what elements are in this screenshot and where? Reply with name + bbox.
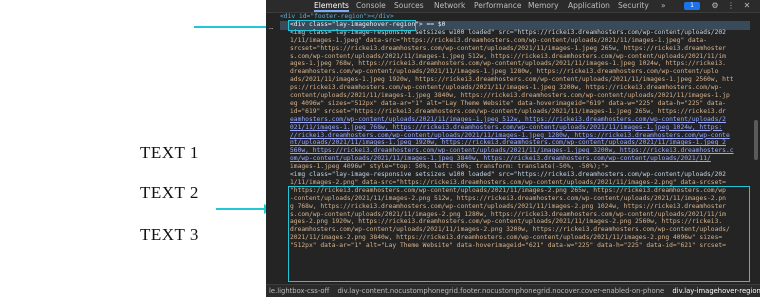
dom-line[interactable]: images-1.jpeg 4096w" style="top: 50%; le… <box>290 163 748 171</box>
tab-memory[interactable]: Memory <box>528 0 559 12</box>
tab-application[interactable]: Application <box>568 0 610 12</box>
more-tabs-button[interactable]: » <box>661 0 666 12</box>
breadcrumb-item[interactable]: div.lay-content.nocustomphonegrid.footer… <box>334 285 667 297</box>
devtools-panel: Elements Console Sources Network Perform… <box>266 0 760 297</box>
highlight-box-selected-node <box>288 20 416 31</box>
dom-line[interactable]: om/wp-content/uploads/2021/11/images-1.j… <box>290 155 748 163</box>
dom-line[interactable]: eamhosters.com/wp-content/uploads/2021/1… <box>290 116 748 124</box>
dom-line[interactable]: 1/11/images-1.jpeg" data-src="https://ri… <box>290 37 748 45</box>
close-icon[interactable]: ✕ <box>742 1 752 11</box>
devtools-tabbar: Elements Console Sources Network Perform… <box>266 0 760 13</box>
dom-line[interactable]: id="619" srcset="https://rickei3.dreamho… <box>290 108 748 116</box>
breadcrumb-item-current[interactable]: div.lay-imagehover-region <box>669 285 760 297</box>
breadcrumb-item[interactable]: le.lightbox-css-off <box>266 285 332 297</box>
tab-sources[interactable]: Sources <box>394 0 424 12</box>
annotation-arrow-bottom <box>216 208 266 210</box>
dom-line[interactable]: eg 4096w" sizes="512px" data-ar="1" alt=… <box>290 100 748 108</box>
dom-line[interactable]: ps://rickei3.dreamhosters.com/wp-content… <box>290 84 748 92</box>
ellipsis-icon[interactable]: … <box>269 23 273 31</box>
dom-line[interactable]: 560w, https://rickei3.dreamhosters.com/w… <box>290 147 748 155</box>
tab-elements[interactable]: Elements <box>314 0 349 12</box>
scrollbar-thumb[interactable] <box>754 120 758 160</box>
more-icon[interactable]: ⋮ <box>726 1 736 11</box>
issues-icon[interactable]: 1 <box>684 2 700 10</box>
dom-line[interactable]: content/uploads/2021/11/images-1.jpeg 38… <box>290 92 748 100</box>
tab-console[interactable]: Console <box>356 0 386 12</box>
dom-line[interactable]: s.com/wp-content/uploads/2021/11/images-… <box>290 53 748 61</box>
tab-network[interactable]: Network <box>434 0 465 12</box>
highlight-box-image-2 <box>288 186 750 282</box>
tab-security[interactable]: Security <box>618 0 649 12</box>
breadcrumb: le.lightbox-css-off div.lay-content.nocu… <box>266 284 760 297</box>
dom-line[interactable]: 021/11/images-1.jpeg 768w, https://ricke… <box>290 124 748 132</box>
dom-line[interactable]: ages-1.jpeg 768w, https://rickei3.dreamh… <box>290 60 748 68</box>
text-3: TEXT 3 <box>140 225 199 244</box>
issues-count: 1 <box>690 2 694 9</box>
dom-line[interactable]: dreamhosters.com/wp-content/uploads/2021… <box>290 68 748 76</box>
dom-line[interactable]: <img class="lay-image-responsive setsize… <box>290 171 748 179</box>
tab-performance[interactable]: Performance <box>474 0 522 12</box>
dom-line[interactable]: //rickei3.dreamhosters.com/wp-content/up… <box>290 132 748 140</box>
dom-line[interactable]: srcset="https://rickei3.dreamhosters.com… <box>290 45 748 53</box>
dom-gutter: … <box>266 13 280 285</box>
text-2: TEXT 2 <box>140 183 199 202</box>
dom-line[interactable]: ads/2021/11/images-1.jpeg 1920w, https:/… <box>290 76 748 84</box>
dom-line[interactable]: nt/uploads/2021/11/images-1.jpeg 1920w, … <box>290 139 748 147</box>
web-page: TEXT 1 TEXT 2 TEXT 3 <box>0 0 266 297</box>
gear-icon[interactable]: ⚙ <box>710 1 720 11</box>
text-1: TEXT 1 <box>140 143 199 162</box>
